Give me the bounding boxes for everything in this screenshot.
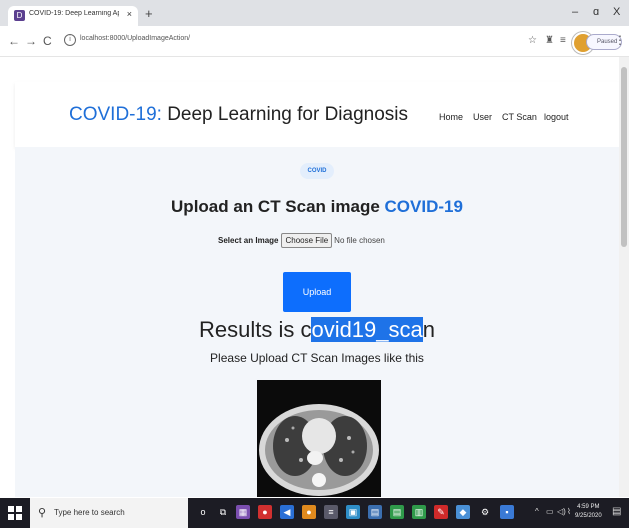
results-suffix: n — [422, 317, 436, 342]
no-file-text: No file chosen — [334, 236, 385, 245]
heading-prefix: Upload an CT Scan image — [171, 197, 385, 216]
app-icon-9[interactable]: ▥ — [412, 505, 426, 519]
ct-scan-image — [257, 380, 381, 497]
taskbar-search-placeholder: Type here to search — [54, 508, 125, 517]
media-icon[interactable]: ≡ — [560, 35, 566, 46]
upload-heading: Upload an CT Scan image COVID-19 — [15, 197, 619, 217]
tray-chevron-icon[interactable]: ^ — [535, 507, 539, 516]
app-icon-3[interactable]: ◀ — [280, 505, 294, 519]
volume-icon[interactable]: ◁) — [557, 507, 566, 516]
site-brand[interactable]: COVID-19: Deep Learning for Diagnosis — [69, 104, 408, 126]
browser-tab-bar: D COVID-19: Deep Learning Appro × + – ɑ … — [0, 0, 629, 26]
scrollbar-thumb[interactable] — [621, 67, 627, 247]
close-window-button[interactable]: X — [613, 6, 620, 18]
extension-icon[interactable]: ♜ — [545, 35, 554, 46]
star-icon[interactable]: ☆ — [528, 35, 537, 46]
app-icon-12[interactable]: ▪ — [500, 505, 514, 519]
url-text: localhost:8000/UploadImageAction/ — [80, 35, 191, 42]
heading-accent: COVID-19 — [384, 197, 463, 216]
app-icon-8[interactable]: ▤ — [390, 505, 404, 519]
app-icon-4[interactable]: ● — [302, 505, 316, 519]
clock-date: 9/25/2020 — [575, 513, 602, 519]
maximize-button[interactable]: ɑ — [593, 6, 599, 18]
app-icon-2[interactable]: ● — [258, 505, 272, 519]
reload-icon[interactable]: C — [43, 34, 52, 48]
browser-tab[interactable]: D COVID-19: Deep Learning Appro × — [8, 6, 138, 26]
results-text: Results is covid19_scan — [15, 317, 619, 343]
windows-start-icon[interactable] — [8, 506, 22, 520]
menu-icon[interactable]: ⋮ — [614, 33, 626, 47]
settings-gear-icon[interactable]: ⚙ — [478, 505, 492, 519]
tab-close-button[interactable]: × — [127, 9, 132, 19]
forward-icon[interactable]: → — [25, 34, 37, 48]
covid-badge: COVID — [300, 163, 334, 179]
notification-icon[interactable]: ▤ — [612, 506, 621, 517]
info-icon[interactable]: i — [64, 34, 76, 46]
app-icon-11[interactable]: ◆ — [456, 505, 470, 519]
please-upload-text: Please Upload CT Scan Images like this — [210, 351, 424, 365]
results-highlight: ovid19_sca — [311, 317, 423, 342]
nav-logout[interactable]: logout — [544, 112, 569, 122]
app-icon-5[interactable]: ≡ — [324, 505, 338, 519]
brand-rest: Deep Learning for Diagnosis — [161, 104, 409, 125]
taskbar-search-box[interactable]: ⚲ Type here to search — [30, 498, 188, 528]
clock-time: 4:59 PM — [577, 504, 600, 510]
url-field[interactable]: i localhost:8000/UploadImageAction/ — [64, 33, 519, 49]
site-header: COVID-19: Deep Learning for Diagnosis Ho… — [15, 82, 619, 147]
select-label: Select an Image — [218, 236, 279, 245]
app-icon-6[interactable]: ▣ — [346, 505, 360, 519]
nav-home[interactable]: Home — [439, 112, 463, 122]
new-tab-button[interactable]: + — [145, 6, 153, 21]
wifi-icon[interactable]: ⌇ — [567, 507, 571, 516]
favicon-icon: D — [14, 10, 25, 21]
app-icon-7[interactable]: ▤ — [368, 505, 382, 519]
cortana-icon[interactable]: o — [196, 505, 210, 519]
nav-user[interactable]: User — [473, 112, 492, 122]
address-bar-row: ← → C i localhost:8000/UploadImageAction… — [0, 26, 629, 57]
search-icon: ⚲ — [38, 507, 47, 519]
brand-prefix: COVID-19: — [69, 104, 162, 125]
back-icon[interactable]: ← — [8, 34, 20, 48]
results-prefix: Results is c — [198, 317, 312, 342]
system-clock[interactable]: 4:59 PM 9/25/2020 — [575, 503, 602, 521]
tab-title: COVID-19: Deep Learning Appro — [29, 10, 119, 17]
page-scrollbar[interactable] — [619, 57, 629, 497]
file-select-row: Select an Image Choose File No file chosen — [218, 233, 385, 248]
main-section: COVID Upload an CT Scan image COVID-19 S… — [15, 147, 619, 497]
choose-file-button[interactable]: Choose File — [281, 233, 333, 248]
nav-ct-scan[interactable]: CT Scan — [502, 112, 537, 122]
windows-taskbar: ⚲ Type here to search o ⧉ ▦ ● ◀ ● ≡ ▣ ▤ … — [0, 498, 629, 528]
minimize-button[interactable]: – — [572, 6, 578, 18]
task-view-icon[interactable]: ⧉ — [216, 505, 230, 519]
app-icon-1[interactable]: ▦ — [236, 505, 250, 519]
upload-button[interactable]: Upload — [283, 272, 351, 312]
web-page: COVID-19: Deep Learning for Diagnosis Ho… — [0, 57, 619, 497]
network-icon[interactable]: ▭ — [546, 507, 554, 516]
app-icon-10[interactable]: ✎ — [434, 505, 448, 519]
